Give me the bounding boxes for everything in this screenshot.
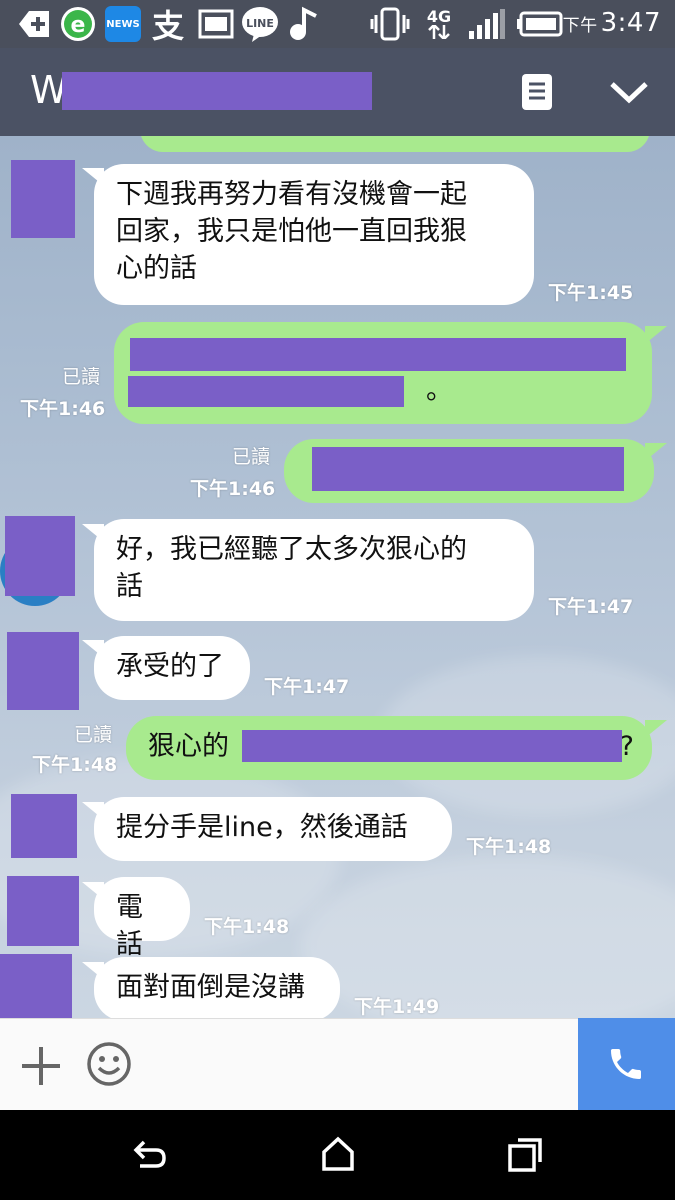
avatar[interactable] (11, 160, 75, 238)
home-icon[interactable] (318, 1134, 358, 1174)
message-line: 話 (116, 571, 143, 602)
message-line: 心的話 (116, 253, 197, 284)
system-nav-bar (0, 1110, 675, 1200)
incoming-message-bubble[interactable]: 電話 (94, 877, 190, 960)
avatar[interactable] (7, 876, 79, 946)
incoming-message-bubble[interactable]: 下週我再努力看有沒機會一起 回家，我只是怕他一直回我狠 心的話 (94, 164, 534, 305)
plus-icon[interactable] (20, 1045, 62, 1087)
clock: 下午 3:47 (563, 8, 661, 38)
redaction-block (62, 72, 372, 110)
message-timestamp: 下午1:48 (32, 754, 118, 776)
message-line: 電話 (116, 892, 143, 960)
message-input-bar[interactable] (0, 1018, 578, 1111)
message-timestamp: 下午1:49 (354, 996, 440, 1018)
list-icon[interactable] (522, 74, 558, 110)
incoming-message-bubble[interactable]: 提分手是line，然後通話 (94, 797, 452, 861)
bubble-tail (645, 326, 667, 344)
vibrate-icon (370, 6, 410, 42)
add-notification-icon (16, 6, 52, 42)
call-button[interactable] (578, 1018, 675, 1110)
signal-icon (466, 6, 506, 42)
message-timestamp: 下午1:47 (264, 676, 350, 698)
back-icon[interactable] (130, 1136, 170, 1176)
message-timestamp: 下午1:48 (204, 916, 290, 938)
message-timestamp: 下午1:45 (548, 282, 634, 304)
redaction-block (128, 376, 404, 407)
alipay-glyph: 支 (151, 7, 184, 45)
message-timestamp: 下午1:46 (190, 478, 276, 500)
message-line: 下週我再努力看有沒機會一起 (116, 179, 467, 210)
chat-header: W (0, 48, 675, 136)
line-label: LINE (246, 17, 274, 30)
incoming-message-bubble[interactable]: 承受的了 (94, 636, 250, 700)
message-text-fragment: 狠心的 (148, 731, 229, 762)
message-line: 承受的了 (116, 651, 224, 682)
e-app-icon: e (58, 6, 98, 42)
phone-icon (606, 1044, 648, 1086)
network-icon: 4G (420, 6, 458, 42)
message-timestamp: 下午1:47 (548, 596, 634, 618)
avatar[interactable] (0, 954, 72, 1018)
redaction-block (242, 730, 622, 762)
message-line: 回家，我只是怕他一直回我狠 (116, 216, 467, 247)
avatar[interactable] (11, 794, 77, 858)
avatar[interactable] (7, 632, 79, 710)
read-receipt: 已讀 (232, 446, 271, 468)
chevron-down-icon[interactable] (608, 78, 650, 108)
redaction-block (130, 338, 626, 371)
recents-icon[interactable] (506, 1136, 546, 1176)
incoming-message-bubble[interactable]: 面對面倒是沒講 (94, 957, 340, 1018)
message-timestamp: 下午1:46 (20, 398, 106, 420)
message-line: 提分手是line，然後通話 (116, 812, 408, 843)
svg-text:e: e (71, 13, 86, 38)
message-line: 面對面倒是沒講 (116, 972, 305, 1003)
bubble-tail (645, 443, 667, 461)
news-icon: NEWS (104, 6, 142, 42)
music-icon (286, 6, 322, 42)
battery-icon (516, 6, 564, 42)
bubble-tail (645, 720, 667, 738)
previous-message-bubble[interactable] (140, 136, 650, 152)
news-label: NEWS (105, 6, 141, 42)
avatar[interactable] (5, 516, 75, 596)
clock-prefix: 下午 (562, 16, 598, 36)
message-line: 好，我已經聽了太多次狠心的 (116, 534, 467, 565)
chat-area[interactable]: 下週我再努力看有沒機會一起 回家，我只是怕他一直回我狠 心的話 下午1:45 已… (0, 136, 675, 1018)
read-receipt: 已讀 (74, 724, 113, 746)
redaction-block (312, 447, 624, 491)
message-timestamp: 下午1:48 (466, 836, 552, 858)
image-icon (196, 6, 236, 42)
clock-time: 3:47 (600, 8, 661, 38)
status-bar: e NEWS 支 LINE 4G 下午 3:47 (0, 0, 675, 48)
line-icon: LINE (240, 6, 280, 42)
smiley-icon[interactable] (86, 1041, 132, 1087)
network-label: 4G (426, 7, 452, 26)
message-text-fragment: 。 (426, 375, 453, 406)
incoming-message-bubble[interactable]: 好，我已經聽了太多次狠心的 話 (94, 519, 534, 621)
alipay-icon: 支 (148, 6, 188, 45)
read-receipt: 已讀 (62, 366, 101, 388)
